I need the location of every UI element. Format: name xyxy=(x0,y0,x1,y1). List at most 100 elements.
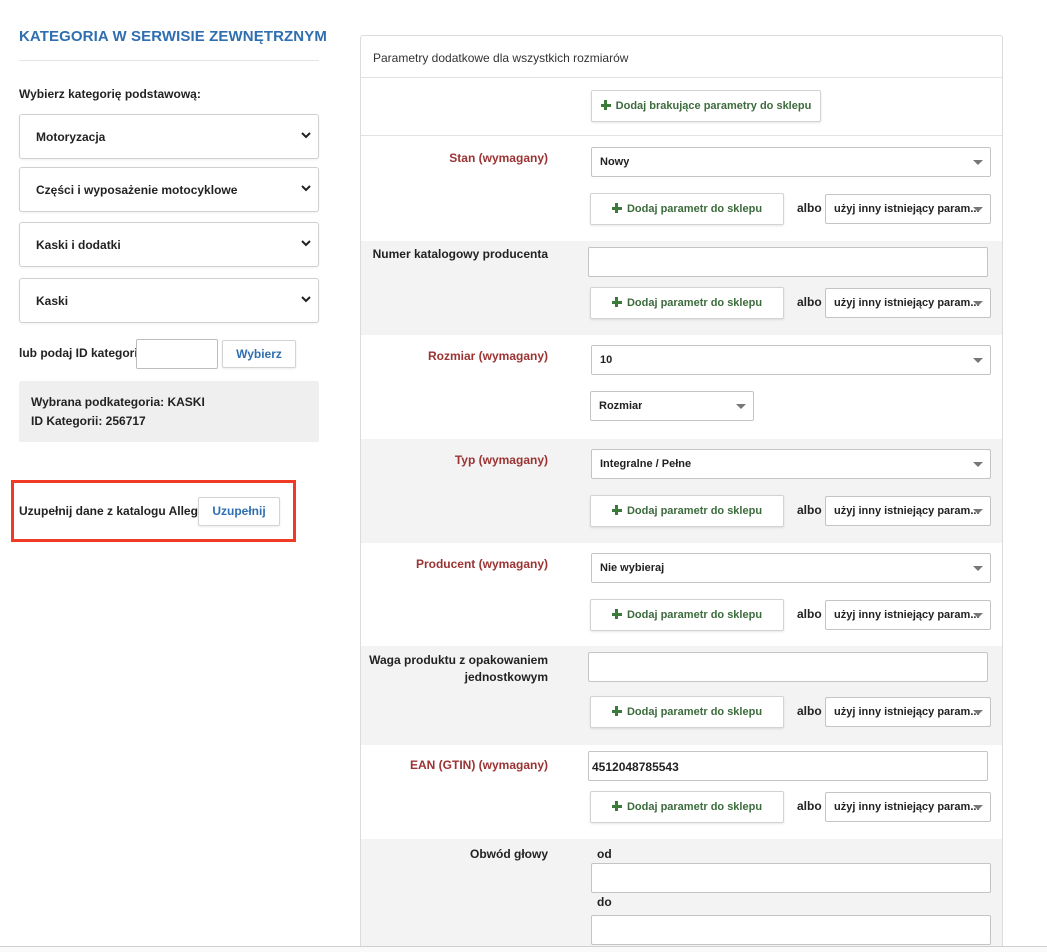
plus-icon xyxy=(611,297,622,307)
category-select-3-value: Kaski i dodatki xyxy=(36,238,121,252)
add-param-button-producent[interactable]: Dodaj parametr do sklepu xyxy=(590,599,784,631)
plus-icon xyxy=(611,505,622,515)
albo-label: albo xyxy=(797,201,822,215)
caret-down-icon xyxy=(973,358,983,363)
add-param-button-ean[interactable]: Dodaj parametr do sklepu xyxy=(590,791,784,823)
use-other-select-producent[interactable]: użyj inny istniejący param... xyxy=(825,600,991,630)
param-label-producent: Producent (wymagany) xyxy=(415,557,548,571)
param-select-typ-value: Integralne / Pełne xyxy=(600,458,692,470)
category-select-1[interactable]: Motoryzacja xyxy=(19,114,319,159)
param-select-producent-value: Nie wybieraj xyxy=(600,562,665,574)
param-row-rozmiar: Rozmiar (wymagany) 10 Rozmiar xyxy=(361,335,1002,439)
use-other-select-numer[interactable]: użyj inny istniejący param... xyxy=(825,288,991,318)
param-label-stan: Stan (wymagany) xyxy=(449,151,548,165)
use-other-value: użyj inny istniejący param... xyxy=(834,801,980,813)
albo-label: albo xyxy=(797,799,822,813)
caret-down-icon xyxy=(973,710,983,715)
selected-category-info: Wybrana podkategoria: KASKI ID Kategorii… xyxy=(19,381,319,442)
add-missing-row: Dodaj brakujące parametry do sklepu xyxy=(361,79,1002,136)
albo-label: albo xyxy=(797,607,822,621)
param-select-stan-value: Nowy xyxy=(600,156,630,168)
use-other-select-stan[interactable]: użyj inny istniejący param... xyxy=(825,194,991,224)
chevron-down-icon xyxy=(301,185,311,192)
albo-label: albo xyxy=(797,704,822,718)
category-select-1-value: Motoryzacja xyxy=(36,130,106,144)
plus-icon xyxy=(611,609,622,619)
param-select-rozmiar-secondary[interactable]: Rozmiar xyxy=(590,391,754,421)
param-row-numer: Numer katalogowy producenta Dodaj parame… xyxy=(361,241,1002,335)
range-to-input[interactable] xyxy=(591,915,991,945)
use-other-select-waga[interactable]: użyj inny istniejący param... xyxy=(825,697,991,727)
add-param-button-stan[interactable]: Dodaj parametr do sklepu xyxy=(590,193,784,225)
category-title: KATEGORIA W SERWISIE ZEWNĘTRZNYM xyxy=(19,28,327,45)
use-other-select-ean[interactable]: użyj inny istniejący param... xyxy=(825,792,991,822)
allegro-fill-label: Uzupełnij dane z katalogu Allegro xyxy=(19,504,210,518)
caret-down-icon xyxy=(973,805,983,810)
add-param-label: Dodaj parametr do sklepu xyxy=(626,609,763,621)
category-id-input[interactable] xyxy=(136,339,218,369)
param-select-stan[interactable]: Nowy xyxy=(591,147,991,177)
parameters-panel: Parametry dodatkowe dla wszystkich rozmi… xyxy=(360,35,1003,952)
category-id-label: lub podaj ID kategorii: xyxy=(19,346,146,360)
param-label-obwod: Obwód głowy xyxy=(470,847,548,861)
plus-icon xyxy=(611,706,622,716)
category-select-3[interactable]: Kaski i dodatki xyxy=(19,222,319,267)
param-label-waga-line2: jednostkowym xyxy=(464,670,548,684)
param-label-rozmiar: Rozmiar (wymagany) xyxy=(427,349,548,363)
add-missing-label: Dodaj brakujące parametry do sklepu xyxy=(615,100,812,112)
param-row-waga: Waga produktu z opakowaniem jednostkowym… xyxy=(361,646,1002,745)
category-select-2[interactable]: Części i wyposażenie motocyklowe xyxy=(19,167,319,212)
caret-down-icon xyxy=(973,301,983,306)
caret-down-icon xyxy=(973,509,983,514)
use-other-select-typ[interactable]: użyj inny istniejący param... xyxy=(825,496,991,526)
param-label-typ: Typ (wymagany) xyxy=(454,453,548,467)
param-label-waga-line1: Waga produktu z opakowaniem xyxy=(369,653,548,667)
chevron-down-icon xyxy=(301,132,311,139)
add-param-label: Dodaj parametr do sklepu xyxy=(626,505,763,517)
fill-button[interactable]: Uzupełnij xyxy=(198,497,280,526)
range-from-label: od xyxy=(597,847,612,861)
choose-category-label: Wybierz kategorię podstawową: xyxy=(19,87,201,101)
use-other-value: użyj inny istniejący param... xyxy=(834,505,980,517)
param-label-numer: Numer katalogowy producenta xyxy=(372,247,548,261)
param-row-obwod: Obwód głowy od do xyxy=(361,839,1002,952)
plus-icon xyxy=(611,203,622,213)
add-param-button-numer[interactable]: Dodaj parametr do sklepu xyxy=(590,287,784,319)
choose-button[interactable]: Wybierz xyxy=(222,340,296,368)
param-input-numer[interactable] xyxy=(588,247,988,277)
selected-subcategory: Wybrana podkategoria: KASKI xyxy=(31,395,205,409)
param-select-rozmiar-value: 10 xyxy=(600,354,613,366)
use-other-value: użyj inny istniejący param... xyxy=(834,203,980,215)
param-select-typ[interactable]: Integralne / Pełne xyxy=(591,449,991,479)
add-param-button-typ[interactable]: Dodaj parametr do sklepu xyxy=(590,495,784,527)
panel-header: Parametry dodatkowe dla wszystkich rozmi… xyxy=(361,36,1002,78)
horizontal-scrollbar[interactable] xyxy=(0,946,1047,952)
add-param-label: Dodaj parametr do sklepu xyxy=(626,297,763,309)
range-to-label: do xyxy=(597,895,612,909)
add-missing-params-button[interactable]: Dodaj brakujące parametry do sklepu xyxy=(591,90,821,122)
param-input-ean[interactable]: 4512048785543 xyxy=(588,751,988,781)
divider xyxy=(19,60,319,61)
category-select-2-value: Części i wyposażenie motocyklowe xyxy=(36,183,238,197)
param-label-waga: Waga produktu z opakowaniem jednostkowym xyxy=(358,652,548,686)
range-from-input[interactable] xyxy=(591,863,991,893)
param-select-producent[interactable]: Nie wybieraj xyxy=(591,553,991,583)
allegro-fill-highlight: Uzupełnij dane z katalogu Allegro Uzupeł… xyxy=(11,480,296,542)
chevron-down-icon xyxy=(301,240,311,247)
param-select-rozmiar[interactable]: 10 xyxy=(591,345,991,375)
param-input-waga[interactable] xyxy=(588,652,988,682)
param-label-ean: EAN (GTIN) (wymagany) xyxy=(409,758,548,772)
chevron-down-icon xyxy=(301,296,311,303)
caret-down-icon xyxy=(736,404,746,409)
albo-label: albo xyxy=(797,295,822,309)
param-row-stan: Stan (wymagany) Nowy Dodaj parametr do s… xyxy=(361,137,1002,241)
use-other-value: użyj inny istniejący param... xyxy=(834,706,980,718)
category-select-4[interactable]: Kaski xyxy=(19,278,319,323)
param-row-typ: Typ (wymagany) Integralne / Pełne Dodaj … xyxy=(361,439,1002,543)
param-select-rozmiar-secondary-value: Rozmiar xyxy=(599,400,643,412)
add-param-label: Dodaj parametr do sklepu xyxy=(626,203,763,215)
caret-down-icon xyxy=(973,613,983,618)
add-param-label: Dodaj parametr do sklepu xyxy=(626,801,763,813)
add-param-button-waga[interactable]: Dodaj parametr do sklepu xyxy=(590,696,784,728)
caret-down-icon xyxy=(973,566,983,571)
